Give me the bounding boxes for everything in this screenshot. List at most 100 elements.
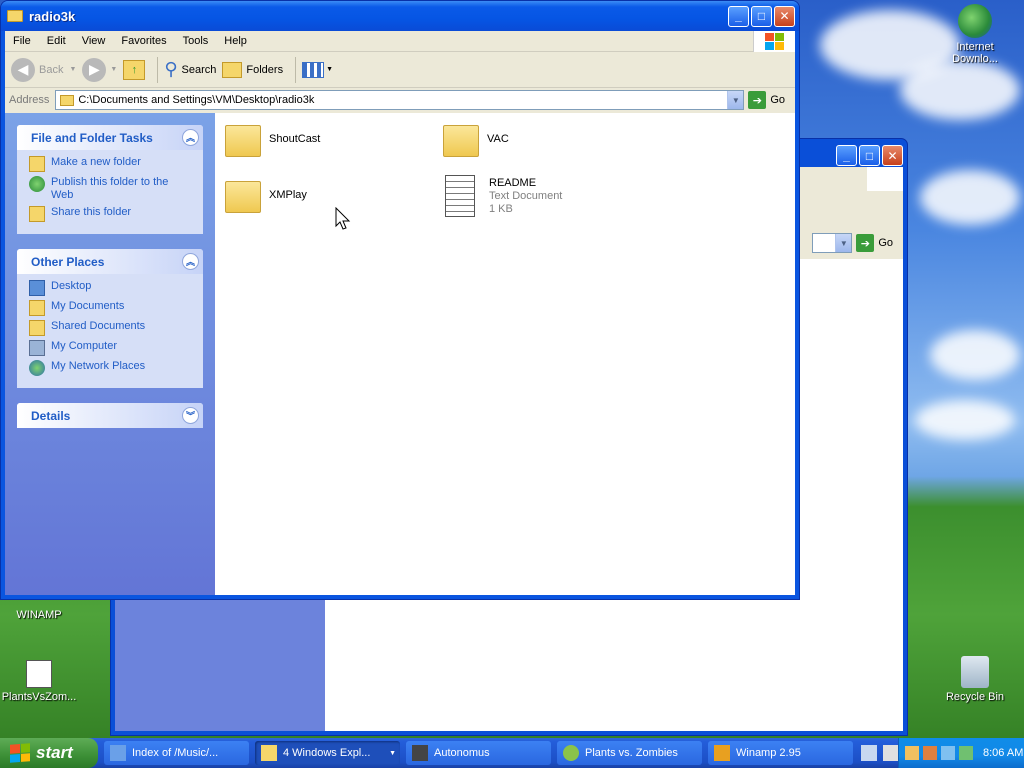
game-icon bbox=[563, 745, 579, 761]
title-bar[interactable]: radio3k _ □ ✕ bbox=[1, 1, 799, 31]
network-icon bbox=[29, 360, 45, 376]
place-desktop[interactable]: Desktop bbox=[29, 280, 193, 296]
expand-chevron-icon[interactable]: ︾ bbox=[182, 407, 199, 424]
search-button[interactable]: ⚲ Search bbox=[164, 59, 216, 80]
go-button[interactable]: ➔ Go bbox=[748, 91, 785, 109]
address-field[interactable]: ▼ bbox=[812, 233, 853, 253]
views-button[interactable]: ▼ bbox=[302, 61, 334, 78]
close-button[interactable]: ✕ bbox=[882, 145, 903, 166]
xm-app-icon bbox=[412, 745, 428, 761]
file-list: ShoutCast VAC XMPlay README Text Documen… bbox=[215, 113, 795, 595]
tray-icon[interactable] bbox=[923, 746, 937, 760]
desktop-icon-recycle-bin[interactable]: Recycle Bin bbox=[936, 656, 1014, 703]
place-my-network-places[interactable]: My Network Places bbox=[29, 360, 193, 376]
go-label: Go bbox=[770, 94, 785, 106]
tray-icon[interactable] bbox=[941, 746, 955, 760]
address-field[interactable]: C:\Documents and Settings\VM\Desktop\rad… bbox=[55, 90, 745, 110]
file-item-folder[interactable]: XMPlay bbox=[225, 179, 307, 213]
panel-header[interactable]: Other Places ︽ bbox=[17, 249, 203, 274]
collapse-chevron-icon[interactable]: ︽ bbox=[182, 129, 199, 146]
panel-header[interactable]: File and Folder Tasks ︽ bbox=[17, 125, 203, 150]
maximize-button[interactable]: □ bbox=[859, 145, 880, 166]
taskbar-task[interactable]: Plants vs. Zombies bbox=[557, 741, 702, 765]
search-label: Search bbox=[181, 63, 217, 76]
taskbar-task[interactable]: Autonomus bbox=[406, 741, 551, 765]
toolbar: ◀ Back ▼ ▶ ▼ ↑ ⚲ Search Folders ▼ bbox=[5, 52, 795, 88]
place-label: Desktop bbox=[51, 280, 92, 292]
dropdown-arrow-icon[interactable]: ▼ bbox=[835, 234, 852, 252]
minimize-button[interactable]: _ bbox=[836, 145, 857, 166]
dropdown-arrow-icon[interactable]: ▼ bbox=[727, 91, 744, 109]
folders-button[interactable]: Folders bbox=[222, 61, 283, 78]
desktop-icon-plants-vs-zombies[interactable]: PlantsVsZom... bbox=[0, 660, 78, 703]
task-label: Make a new folder bbox=[51, 156, 141, 168]
collapse-chevron-icon[interactable]: ︽ bbox=[182, 253, 199, 270]
computer-icon bbox=[29, 340, 45, 356]
menu-help[interactable]: Help bbox=[216, 35, 255, 47]
menu-file[interactable]: File bbox=[5, 35, 39, 47]
file-item-folder[interactable]: ShoutCast bbox=[225, 123, 320, 157]
task-share-folder[interactable]: Share this folder bbox=[29, 206, 193, 222]
file-name: VAC bbox=[487, 133, 509, 145]
close-button[interactable]: ✕ bbox=[774, 5, 795, 27]
start-button[interactable]: start bbox=[0, 738, 98, 768]
address-label: Address bbox=[9, 94, 50, 106]
task-label: Share this folder bbox=[51, 206, 132, 218]
globe-icon bbox=[29, 176, 45, 192]
window-title: radio3k bbox=[29, 8, 76, 24]
tray-icon[interactable] bbox=[959, 746, 973, 760]
taskbar: start Index of /Music/... 4 Windows Expl… bbox=[0, 738, 1024, 768]
clock[interactable]: 8:06 AM bbox=[983, 747, 1023, 759]
maximize-button[interactable]: □ bbox=[751, 5, 772, 27]
panel-header[interactable]: Details ︾ bbox=[17, 403, 203, 428]
documents-icon bbox=[29, 300, 45, 316]
file-name: XMPlay bbox=[269, 189, 307, 201]
place-label: My Documents bbox=[51, 300, 125, 312]
menu-view[interactable]: View bbox=[74, 35, 114, 47]
forward-button[interactable]: ▶ ▼ bbox=[82, 57, 117, 82]
tray-icon[interactable] bbox=[905, 746, 919, 760]
taskbar-task[interactable]: 4 Windows Expl... ▼ bbox=[255, 741, 400, 765]
file-info: README Text Document 1 KB bbox=[489, 177, 562, 216]
back-arrow-icon: ◀ bbox=[11, 57, 35, 82]
share-folder-icon bbox=[29, 206, 45, 222]
place-shared-documents[interactable]: Shared Documents bbox=[29, 320, 193, 336]
views-icon bbox=[302, 61, 325, 78]
desktop-icon-internet-download[interactable]: Internet Downlo... bbox=[936, 4, 1014, 65]
menu-favorites[interactable]: Favorites bbox=[113, 35, 174, 47]
file-item-folder[interactable]: VAC bbox=[443, 123, 509, 157]
minimize-button[interactable]: _ bbox=[728, 5, 749, 27]
folder-icon bbox=[261, 745, 277, 761]
folders-icon bbox=[222, 61, 243, 78]
explorer-window[interactable]: radio3k _ □ ✕ File Edit View Favorites T… bbox=[0, 0, 800, 600]
panel-title: Details bbox=[31, 408, 71, 423]
place-label: My Network Places bbox=[51, 360, 146, 372]
desktop-icon-label: Recycle Bin bbox=[945, 691, 1005, 703]
mouse-cursor-icon bbox=[335, 207, 351, 230]
taskbar-task[interactable]: Winamp 2.95 bbox=[708, 741, 853, 765]
desktop-icon-label: Internet Downlo... bbox=[952, 41, 998, 65]
place-label: My Computer bbox=[51, 340, 118, 352]
address-path: C:\Documents and Settings\VM\Desktop\rad… bbox=[78, 94, 315, 106]
recycle-bin-icon bbox=[961, 656, 989, 688]
go-button[interactable]: ➔ Go bbox=[856, 234, 893, 252]
back-button[interactable]: ◀ Back ▼ bbox=[11, 57, 76, 82]
tool-icon[interactable] bbox=[861, 745, 877, 761]
windows-logo-icon bbox=[753, 31, 795, 52]
menu-tools[interactable]: Tools bbox=[175, 35, 217, 47]
place-my-documents[interactable]: My Documents bbox=[29, 300, 193, 316]
file-item-text-document[interactable]: README Text Document 1 KB bbox=[445, 175, 562, 217]
task-make-new-folder[interactable]: Make a new folder bbox=[29, 156, 193, 172]
shared-documents-icon bbox=[29, 320, 45, 336]
task-label: Index of /Music/... bbox=[132, 747, 219, 759]
monitor-icon[interactable] bbox=[883, 745, 899, 761]
task-publish-folder[interactable]: Publish this folder to the Web bbox=[29, 176, 193, 202]
place-my-computer[interactable]: My Computer bbox=[29, 340, 193, 356]
folder-icon bbox=[225, 181, 261, 213]
chevron-down-icon: ▼ bbox=[326, 66, 334, 73]
up-folder-button[interactable]: ↑ bbox=[123, 59, 146, 80]
toolbar-separator bbox=[295, 56, 297, 83]
menu-edit[interactable]: Edit bbox=[39, 35, 74, 47]
taskbar-task[interactable]: Index of /Music/... bbox=[104, 741, 249, 765]
cloud bbox=[900, 60, 1020, 120]
